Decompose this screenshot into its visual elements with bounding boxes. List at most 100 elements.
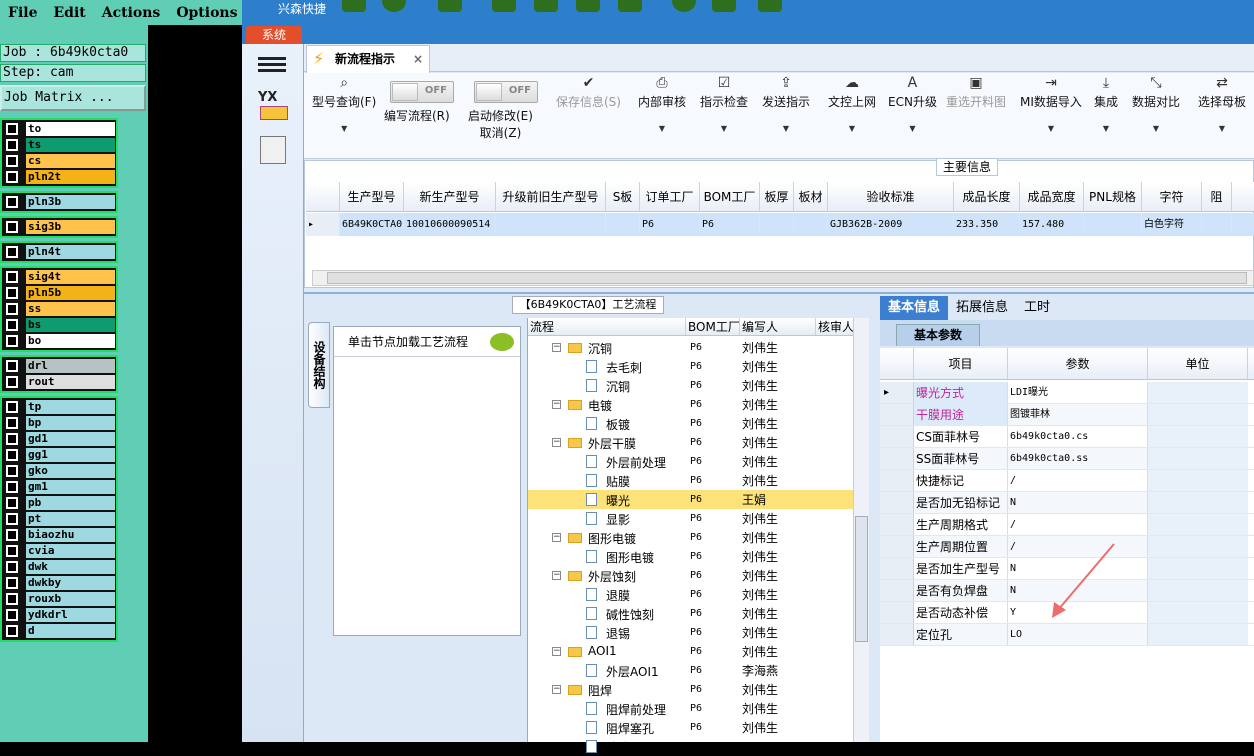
column-header-12[interactable]: 字符 bbox=[1142, 182, 1202, 211]
toolbar-button-5[interactable]: ☑ 指示检查 ▼ bbox=[700, 75, 748, 133]
tree-node[interactable]: 板镀 bbox=[528, 414, 686, 433]
tree-column-header-1[interactable]: BOM工厂 bbox=[686, 318, 740, 335]
chevron-down-icon[interactable]: ▼ bbox=[1132, 124, 1180, 133]
window-icon[interactable] bbox=[758, 0, 782, 12]
tab-1[interactable]: 拓展信息 bbox=[948, 296, 1016, 320]
layer-checkbox[interactable] bbox=[6, 246, 18, 258]
collapse-icon[interactable]: − bbox=[552, 343, 561, 352]
param-row[interactable]: CS面菲林号 6b49k0cta0.cs bbox=[880, 426, 1254, 448]
table-cell[interactable]: 6B49K0CTA0 bbox=[340, 213, 404, 236]
collapse-icon[interactable]: − bbox=[552, 647, 561, 656]
layer-row-sig4t[interactable]: sig4t bbox=[3, 269, 115, 285]
building-icon[interactable] bbox=[534, 0, 558, 12]
tree-node[interactable]: 阻焊塞孔 bbox=[528, 718, 686, 737]
graphics-area[interactable] bbox=[148, 25, 242, 742]
layer-row-bp[interactable]: bp bbox=[3, 415, 115, 431]
layer-checkbox[interactable] bbox=[6, 449, 18, 461]
layer-row-pln2t[interactable]: pln2t bbox=[3, 169, 115, 185]
tab-2[interactable]: 工时 bbox=[1016, 296, 1058, 320]
toolbar-button-13[interactable]: ⇄ 选择母板 ▼ bbox=[1198, 75, 1246, 133]
toolbar-button-12[interactable]: ⤡ 数据对比 ▼ bbox=[1132, 75, 1180, 133]
chevron-down-icon[interactable]: ▼ bbox=[828, 124, 876, 133]
layer-row-pln5b[interactable]: pln5b bbox=[3, 285, 115, 301]
off-toggle[interactable]: OFF bbox=[474, 81, 538, 103]
param-unit[interactable] bbox=[1148, 536, 1248, 557]
scrollbar-thumb[interactable] bbox=[855, 516, 868, 642]
param-unit[interactable] bbox=[1148, 602, 1248, 623]
layer-row-bo[interactable]: bo bbox=[3, 333, 115, 349]
layer-checkbox[interactable] bbox=[6, 303, 18, 315]
layer-checkbox[interactable] bbox=[6, 609, 18, 621]
param-unit[interactable] bbox=[1148, 404, 1248, 425]
param-column-header-2[interactable]: 单位 bbox=[1148, 348, 1248, 379]
toolbar-button-7[interactable]: ☁ 文控上网 ▼ bbox=[828, 75, 876, 133]
layer-row-pt[interactable]: pt bbox=[3, 511, 115, 527]
table-cell[interactable]: P6 bbox=[640, 213, 700, 236]
tree-node[interactable]: 外层AOI1 bbox=[528, 661, 686, 680]
table-cell[interactable]: 233.350 bbox=[954, 213, 1020, 236]
job-matrix-button[interactable]: Job Matrix ... bbox=[0, 85, 146, 111]
layer-checkbox[interactable] bbox=[6, 171, 18, 183]
param-value[interactable]: / bbox=[1008, 470, 1148, 491]
tree-node[interactable]: 贴膜 bbox=[528, 471, 686, 490]
layer-checkbox[interactable] bbox=[6, 139, 18, 151]
tree-row[interactable]: 去毛刺 P6 刘伟生 bbox=[528, 357, 854, 376]
yx-logo[interactable]: YX bbox=[258, 90, 277, 105]
layer-checkbox[interactable] bbox=[6, 529, 18, 541]
layer-row-to[interactable]: to bbox=[3, 121, 115, 137]
scrollbar-thumb[interactable] bbox=[327, 272, 1247, 284]
layer-checkbox[interactable] bbox=[6, 577, 18, 589]
factory-icon[interactable] bbox=[260, 106, 288, 120]
tree-row[interactable]: 退锡 P6 刘伟生 bbox=[528, 623, 854, 642]
settings-icon[interactable] bbox=[382, 0, 406, 12]
tree-node[interactable]: − AOI1 bbox=[528, 642, 686, 661]
tree-column-header-2[interactable]: 编写人 bbox=[740, 318, 816, 335]
collapse-icon[interactable]: − bbox=[552, 533, 561, 542]
table-row[interactable]: ▸ 6B49K0CTA0 10010600090514 P6 P6 GJB362B-200… bbox=[306, 213, 1254, 236]
layer-row-gd1[interactable]: gd1 bbox=[3, 431, 115, 447]
layer-checkbox[interactable] bbox=[6, 196, 18, 208]
tree-node[interactable]: 退膜 bbox=[528, 585, 686, 604]
tree-row[interactable]: 显影 P6 刘伟生 bbox=[528, 509, 854, 528]
scissors-icon[interactable] bbox=[492, 0, 516, 12]
collapse-icon[interactable]: − bbox=[552, 571, 561, 580]
tree-vertical-scrollbar[interactable] bbox=[853, 318, 869, 742]
param-column-header-0[interactable]: 项目 bbox=[914, 348, 1008, 379]
layer-checkbox[interactable] bbox=[6, 433, 18, 445]
layer-row-sig3b[interactable]: sig3b bbox=[3, 219, 115, 235]
table-cell[interactable]: 白色字符 bbox=[1142, 213, 1202, 236]
chevron-down-icon[interactable]: ▼ bbox=[700, 124, 748, 133]
column-header-13[interactable]: 阻 bbox=[1202, 182, 1232, 211]
toolbar-button-6[interactable]: ⇪ 发送指示 ▼ bbox=[762, 75, 810, 133]
param-unit[interactable] bbox=[1148, 448, 1248, 469]
tree-node[interactable]: 显影 bbox=[528, 509, 686, 528]
param-unit[interactable] bbox=[1148, 558, 1248, 579]
layer-row-cvia[interactable]: cvia bbox=[3, 543, 115, 559]
param-row[interactable]: ▸ 曝光方式 LDI曝光 bbox=[880, 382, 1254, 404]
chevron-down-icon[interactable]: ▼ bbox=[638, 124, 686, 133]
column-header-7[interactable]: 板材 bbox=[794, 182, 828, 211]
tree-node[interactable]: 沉铜 bbox=[528, 376, 686, 395]
tree-column-header-0[interactable]: 流程 bbox=[528, 318, 686, 335]
tree-row[interactable]: 阻焊前处理 P6 刘伟生 bbox=[528, 699, 854, 718]
layer-checkbox[interactable] bbox=[6, 221, 18, 233]
tree-column-header-3[interactable]: 核审人 bbox=[816, 318, 854, 335]
layer-row-ts[interactable]: ts bbox=[3, 137, 115, 153]
column-header-1[interactable]: 新生产型号 bbox=[404, 182, 496, 211]
table-cell[interactable] bbox=[760, 213, 794, 236]
param-row[interactable]: 生产周期格式 / bbox=[880, 514, 1254, 536]
tree-node[interactable]: 曝光 bbox=[528, 490, 686, 509]
toolbar-button-10[interactable]: ⇥ MI数据导入 ▼ bbox=[1020, 75, 1082, 133]
tree-node[interactable]: 阻焊前处理 bbox=[528, 699, 686, 718]
tree-row[interactable]: 退膜 P6 刘伟生 bbox=[528, 585, 854, 604]
tree-row[interactable]: − AOI1 P6 刘伟生 bbox=[528, 642, 854, 661]
tree-row[interactable]: 喷涂 bbox=[528, 737, 854, 756]
tree-row[interactable]: 沉铜 P6 刘伟生 bbox=[528, 376, 854, 395]
layer-checkbox[interactable] bbox=[6, 561, 18, 573]
toolbar-button-0[interactable]: ⌕ 型号查询(F) ▼ bbox=[312, 75, 376, 133]
param-value[interactable]: LDI曝光 bbox=[1008, 382, 1148, 403]
layer-checkbox[interactable] bbox=[6, 593, 18, 605]
layer-row-pln4t[interactable]: pln4t bbox=[3, 244, 115, 260]
param-row[interactable]: 快捷标记 / bbox=[880, 470, 1254, 492]
toolbar-button-2[interactable]: 启动修改(E) 取消(Z) bbox=[468, 107, 533, 141]
